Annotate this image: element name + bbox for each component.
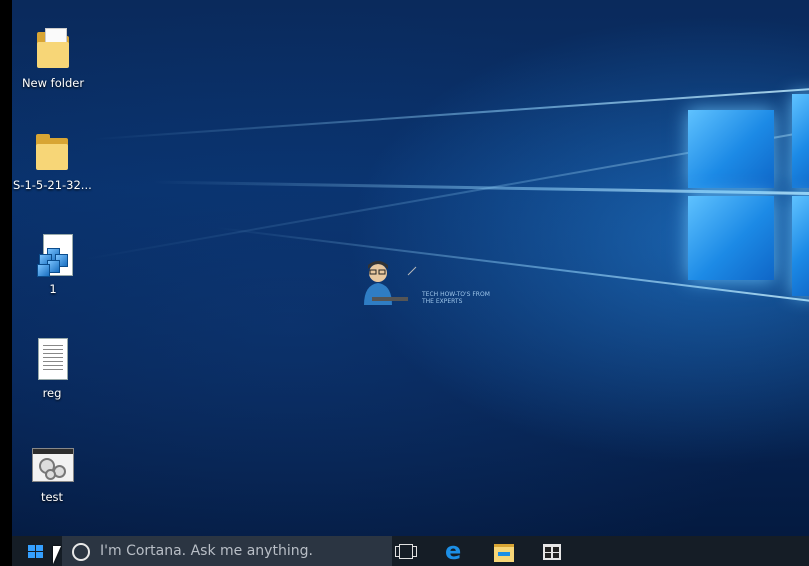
desktop-icon-label: reg [42,386,62,400]
registry-file-icon [33,232,73,278]
edge-icon: e [445,537,462,565]
store-icon [543,544,561,560]
text-document-icon [32,336,72,382]
watermark-logo: TECH HOW-TO'S FROM THE EXPERTS [342,253,490,313]
wallpaper-windows-logo [688,92,809,296]
start-button[interactable] [12,536,58,566]
file-explorer-icon [494,544,514,562]
cortana-placeholder: I'm Cortana. Ask me anything. [100,543,313,559]
desktop-icon-test-app[interactable]: test [13,440,91,504]
folder-icon [32,128,72,174]
desktop-icon-reg-document[interactable]: reg [13,336,91,400]
screen-left-edge [0,0,12,566]
file-explorer-button[interactable] [489,536,519,566]
taskbar: I'm Cortana. Ask me anything. e [12,536,809,566]
application-window-icon [32,440,74,486]
desktop-icon-label: 1 [49,282,57,296]
edge-button[interactable]: e [441,536,471,566]
cortana-search-box[interactable]: I'm Cortana. Ask me anything. [62,536,392,566]
task-view-button[interactable] [391,536,421,566]
watermark-text: TECH HOW-TO'S FROM THE EXPERTS [422,291,490,305]
folder-icon [33,26,73,72]
desktop[interactable]: TECH HOW-TO'S FROM THE EXPERTS New folde… [12,0,809,536]
desktop-icon-label: test [40,490,64,504]
desktop-icon-sid-folder[interactable]: S-1-5-21-32... [13,128,92,192]
mouse-cursor [53,546,61,564]
store-button[interactable] [537,536,567,566]
cortana-icon [72,543,90,561]
desktop-icon-label: S-1-5-21-32... [13,178,92,192]
desktop-icon-label: New folder [21,76,85,90]
mascot-icon [364,261,417,305]
desktop-icon-new-folder[interactable]: New folder [14,26,92,90]
windows-logo-icon [28,545,43,559]
desktop-icon-registry-file[interactable]: 1 [14,232,92,296]
